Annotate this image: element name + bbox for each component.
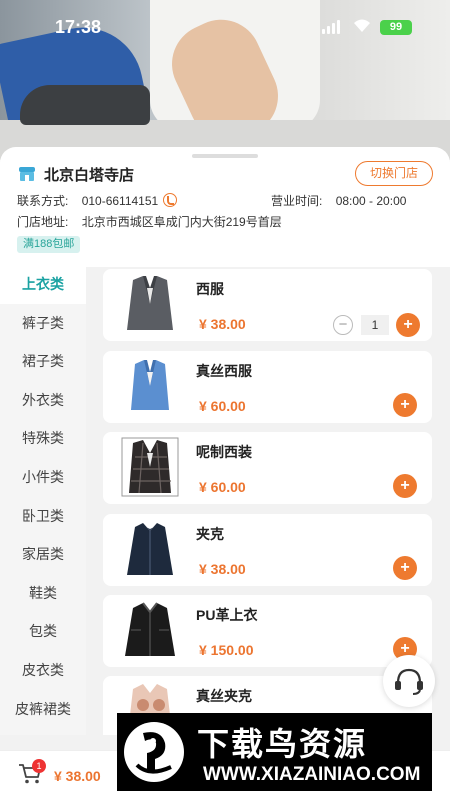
status-bar: 17:38 99 <box>0 0 450 50</box>
category-item-teshu[interactable]: 特殊类 <box>0 419 86 458</box>
store-phone[interactable]: 010-66114151 <box>82 194 159 208</box>
store-name: 北京白塔寺店 <box>44 167 135 184</box>
store-address: 北京市西城区阜成门内大街219号首层 <box>81 215 282 229</box>
product-name: 夹克 <box>196 526 224 542</box>
category-item-shangyi[interactable]: 上衣类 <box>0 265 86 304</box>
hours-row: 营业时间: 08:00 - 20:00 <box>271 192 406 209</box>
product-price: ¥ 60.00 <box>199 398 246 414</box>
category-item-bao[interactable]: 包类 <box>0 612 86 651</box>
product-price: ¥ 60.00 <box>199 479 246 495</box>
product-image-wool-suit <box>121 437 179 497</box>
contact-label: 联系方式: <box>17 194 69 208</box>
store-info-card: 北京白塔寺店 切换门店 联系方式: 010-66114151 营业时间: 08:… <box>0 147 450 267</box>
product-price: ¥ 150.00 <box>199 642 254 658</box>
product-image-suit <box>127 276 173 330</box>
store-icon <box>19 167 35 181</box>
product-name: 真丝夹克 <box>196 688 252 704</box>
signal-icon <box>322 20 340 34</box>
add-to-cart-button[interactable]: + <box>393 556 417 580</box>
product-price: ¥ 38.00 <box>199 561 246 577</box>
contact-row: 联系方式: 010-66114151 <box>17 192 178 209</box>
category-item-pikuqun[interactable]: 皮裤裙类 <box>0 690 86 729</box>
watermark-logo-icon <box>124 722 184 782</box>
watermark: 下载鸟资源 WWW.XIAZAINIAO.COM <box>117 713 432 791</box>
add-to-cart-button[interactable]: + <box>393 393 417 417</box>
product-price: ¥ 38.00 <box>199 316 246 332</box>
category-item-xiaojian[interactable]: 小件类 <box>0 458 86 497</box>
battery-icon: 99 <box>380 20 412 35</box>
category-item-piyi[interactable]: 皮衣类 <box>0 651 86 690</box>
phone-icon[interactable] <box>163 193 178 207</box>
decrease-quantity-button[interactable]: − <box>333 315 353 335</box>
category-item-waiyi[interactable]: 外衣类 <box>0 381 86 420</box>
category-item-woowei[interactable]: 卧卫类 <box>0 497 86 536</box>
cart-total: ¥ 38.00 <box>54 768 101 784</box>
store-hours: 08:00 - 20:00 <box>335 194 407 208</box>
product-card[interactable]: 西服 ¥ 38.00 − 1 + <box>103 269 432 341</box>
product-image-jacket <box>127 523 173 575</box>
category-item-jiaju[interactable]: 家居类 <box>0 535 86 574</box>
category-item-kuzi[interactable]: 裤子类 <box>0 304 86 343</box>
drag-handle[interactable] <box>192 154 258 158</box>
product-name: PU革上衣 <box>196 607 258 623</box>
quantity-value: 1 <box>361 315 389 335</box>
hours-label: 营业时间: <box>271 194 323 208</box>
watermark-title: 下载鸟资源 <box>197 726 368 762</box>
switch-store-button[interactable]: 切换门店 <box>355 161 433 186</box>
product-name: 西服 <box>196 281 224 297</box>
free-shipping-badge: 满188包邮 <box>17 236 81 253</box>
wifi-icon <box>354 19 370 32</box>
address-row: 门店地址: 北京市西城区阜成门内大街219号首层 <box>17 213 282 230</box>
product-image-silk-suit <box>131 360 169 410</box>
customer-service-button[interactable] <box>383 655 435 707</box>
increase-quantity-button[interactable]: + <box>396 313 420 337</box>
product-name: 真丝西服 <box>196 363 252 379</box>
cart-count-badge: 1 <box>32 759 46 773</box>
product-card[interactable]: 呢制西装 ¥ 60.00 + <box>103 432 432 504</box>
category-sidebar: 上衣类 裤子类 裙子类 外衣类 特殊类 小件类 卧卫类 家居类 鞋类 包类 皮衣… <box>0 265 86 735</box>
address-label: 门店地址: <box>17 215 69 229</box>
watermark-url: WWW.XIAZAINIAO.COM <box>203 764 421 785</box>
category-item-qunzi[interactable]: 裙子类 <box>0 342 86 381</box>
status-time: 17:38 <box>55 17 102 37</box>
headset-icon <box>395 668 423 695</box>
product-card[interactable]: 夹克 ¥ 38.00 + <box>103 514 432 586</box>
category-item-xie[interactable]: 鞋类 <box>0 574 86 613</box>
add-to-cart-button[interactable]: + <box>393 474 417 498</box>
product-image-pu-jacket <box>125 602 175 656</box>
product-card[interactable]: 真丝西服 ¥ 60.00 + <box>103 351 432 423</box>
product-name: 呢制西装 <box>196 444 252 460</box>
